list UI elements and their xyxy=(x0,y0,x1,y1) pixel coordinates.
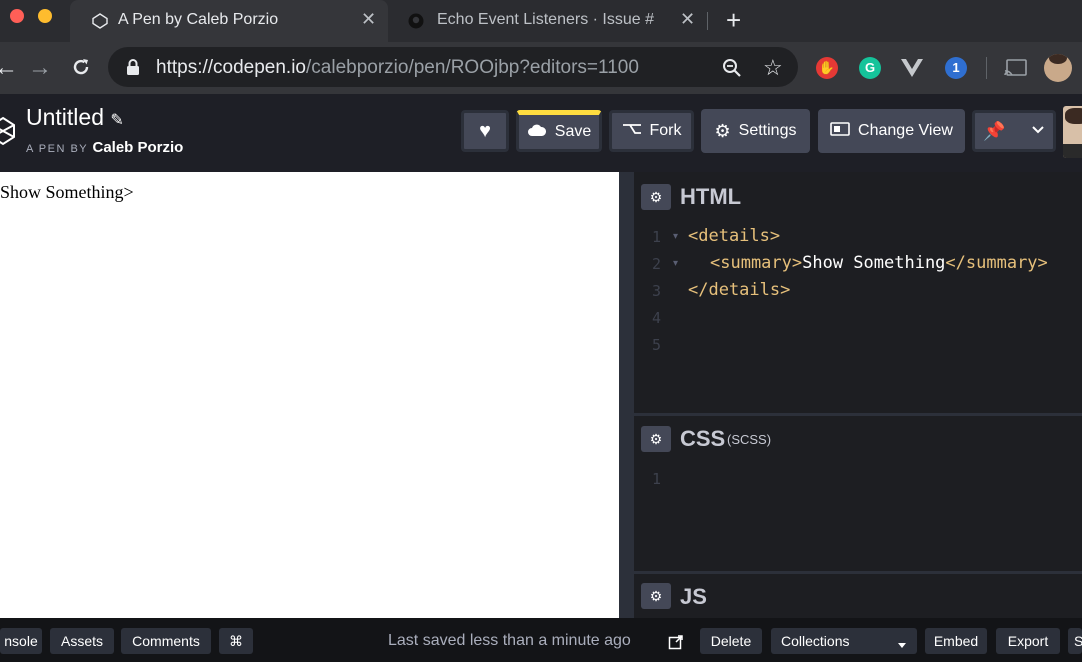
code-line: </details> xyxy=(688,280,790,300)
fork-label: Fork xyxy=(649,122,682,139)
codepen-favicon-icon xyxy=(92,13,108,29)
js-settings-gear-icon[interactable]: ⚙ xyxy=(641,583,671,609)
css-code-area[interactable] xyxy=(634,464,1082,571)
console-button[interactable]: nsole xyxy=(0,628,42,654)
delete-button[interactable]: Delete xyxy=(700,628,762,654)
zoom-icon[interactable] xyxy=(722,58,742,78)
pin-menu-button[interactable]: 📌 xyxy=(972,110,1056,152)
fork-icon xyxy=(622,122,642,141)
fork-button[interactable]: Fork xyxy=(609,110,694,152)
close-window-button[interactable] xyxy=(10,9,24,23)
line-number: 4 xyxy=(652,309,662,327)
url-host: https://codepen.io xyxy=(156,57,306,78)
code-text: Show Something xyxy=(802,253,946,273)
comments-button[interactable]: Comments xyxy=(121,628,211,654)
code-tag: <summary> xyxy=(710,253,803,273)
user-avatar[interactable] xyxy=(1063,106,1082,158)
export-button[interactable]: Export xyxy=(996,628,1060,654)
save-button[interactable]: Save xyxy=(516,110,602,152)
bookmark-star-icon[interactable]: ☆ xyxy=(763,55,783,81)
forward-icon[interactable]: → xyxy=(28,54,52,82)
open-external-icon[interactable] xyxy=(668,634,684,650)
css-editor-title: CSS xyxy=(680,426,726,451)
minimize-window-button[interactable] xyxy=(38,9,52,23)
css-preprocessor-label: (SCSS) xyxy=(727,432,772,447)
cast-icon[interactable] xyxy=(1004,58,1028,78)
codepen-logo-icon[interactable] xyxy=(0,116,16,146)
js-editor-title: JS xyxy=(680,584,707,609)
line-number: 5 xyxy=(652,336,662,354)
collections-button[interactable]: Collections xyxy=(771,628,917,654)
code-tag: <details> xyxy=(688,226,781,246)
preview-output-text[interactable]: Show Something> xyxy=(0,182,134,203)
pane-resizer[interactable] xyxy=(619,172,634,618)
code-tag: </summary> xyxy=(945,253,1048,273)
pen-title[interactable]: Untitled ✎ xyxy=(26,104,124,131)
embed-button[interactable]: Embed xyxy=(925,628,987,654)
grammarly-extension-icon[interactable]: G xyxy=(859,57,881,79)
heart-icon: ♥ xyxy=(479,119,491,142)
close-tab-icon[interactable]: ✕ xyxy=(361,9,376,30)
new-tab-button[interactable]: + xyxy=(726,5,741,35)
tab-divider xyxy=(707,12,708,30)
layout-icon xyxy=(830,121,850,141)
save-status-text: Last saved less than a minute ago xyxy=(388,632,631,649)
url-path: /calebporzio/pen/ROOjbp?editors=1100 xyxy=(306,57,639,78)
settings-button[interactable]: ⚙ Settings xyxy=(701,109,810,153)
tab-title[interactable]: Echo Event Listeners · Issue # xyxy=(437,11,667,29)
close-tab-icon[interactable]: ✕ xyxy=(680,9,695,30)
fold-arrow-icon[interactable]: ▾ xyxy=(673,231,678,242)
line-number: 3 xyxy=(652,282,662,300)
collections-label: Collections xyxy=(781,633,850,649)
byline-prefix: A PEN BY xyxy=(26,143,88,155)
code-tag: </details> xyxy=(688,280,791,300)
preview-pane[interactable] xyxy=(0,172,619,618)
adblock-extension-icon[interactable]: ✋ xyxy=(816,57,838,79)
pen-byline: A PEN BY Caleb Porzio xyxy=(26,139,183,156)
pen-title-text: Untitled xyxy=(26,104,104,130)
save-label: Save xyxy=(554,123,592,140)
line-number: 1 xyxy=(652,470,662,488)
back-icon[interactable]: ← xyxy=(0,54,18,82)
css-settings-gear-icon[interactable]: ⚙ xyxy=(641,426,671,452)
share-button[interactable]: S xyxy=(1068,628,1082,654)
reload-icon[interactable] xyxy=(70,56,92,78)
pin-icon: 📌 xyxy=(983,120,1006,141)
html-editor-title: HTML xyxy=(680,184,742,209)
author-link[interactable]: Caleb Porzio xyxy=(93,139,184,156)
assets-button[interactable]: Assets xyxy=(50,628,114,654)
keyboard-shortcuts-button[interactable]: ⌘ xyxy=(219,628,253,654)
line-number: 2 xyxy=(652,255,662,273)
settings-label: Settings xyxy=(738,122,797,139)
gear-icon: ⚙ xyxy=(714,120,731,141)
vue-devtools-extension-icon[interactable] xyxy=(900,57,924,79)
lock-icon[interactable] xyxy=(126,59,140,75)
love-button[interactable]: ♥ xyxy=(461,110,509,152)
change-view-button[interactable]: Change View xyxy=(818,109,965,153)
toolbar-divider xyxy=(986,57,987,79)
code-line: <summary>Show Something</summary> xyxy=(710,253,1048,273)
html-code-area[interactable] xyxy=(634,220,1082,413)
1password-extension-icon[interactable]: 1 xyxy=(945,57,967,79)
github-favicon-icon xyxy=(408,13,424,29)
cloud-icon xyxy=(527,123,547,142)
chevron-down-icon xyxy=(1031,122,1045,140)
tab-title: A Pen by Caleb Porzio xyxy=(118,11,279,28)
fold-arrow-icon[interactable]: ▾ xyxy=(673,258,678,269)
caret-down-icon xyxy=(897,637,907,653)
code-line: <details> xyxy=(688,226,780,246)
change-view-label: Change View xyxy=(858,122,953,139)
profile-avatar[interactable] xyxy=(1044,54,1072,82)
html-settings-gear-icon[interactable]: ⚙ xyxy=(641,184,671,210)
line-number: 1 xyxy=(652,228,662,246)
edit-pencil-icon[interactable]: ✎ xyxy=(110,112,123,129)
url-text: https://codepen.io/calebporzio/pen/ROOjb… xyxy=(156,57,639,79)
